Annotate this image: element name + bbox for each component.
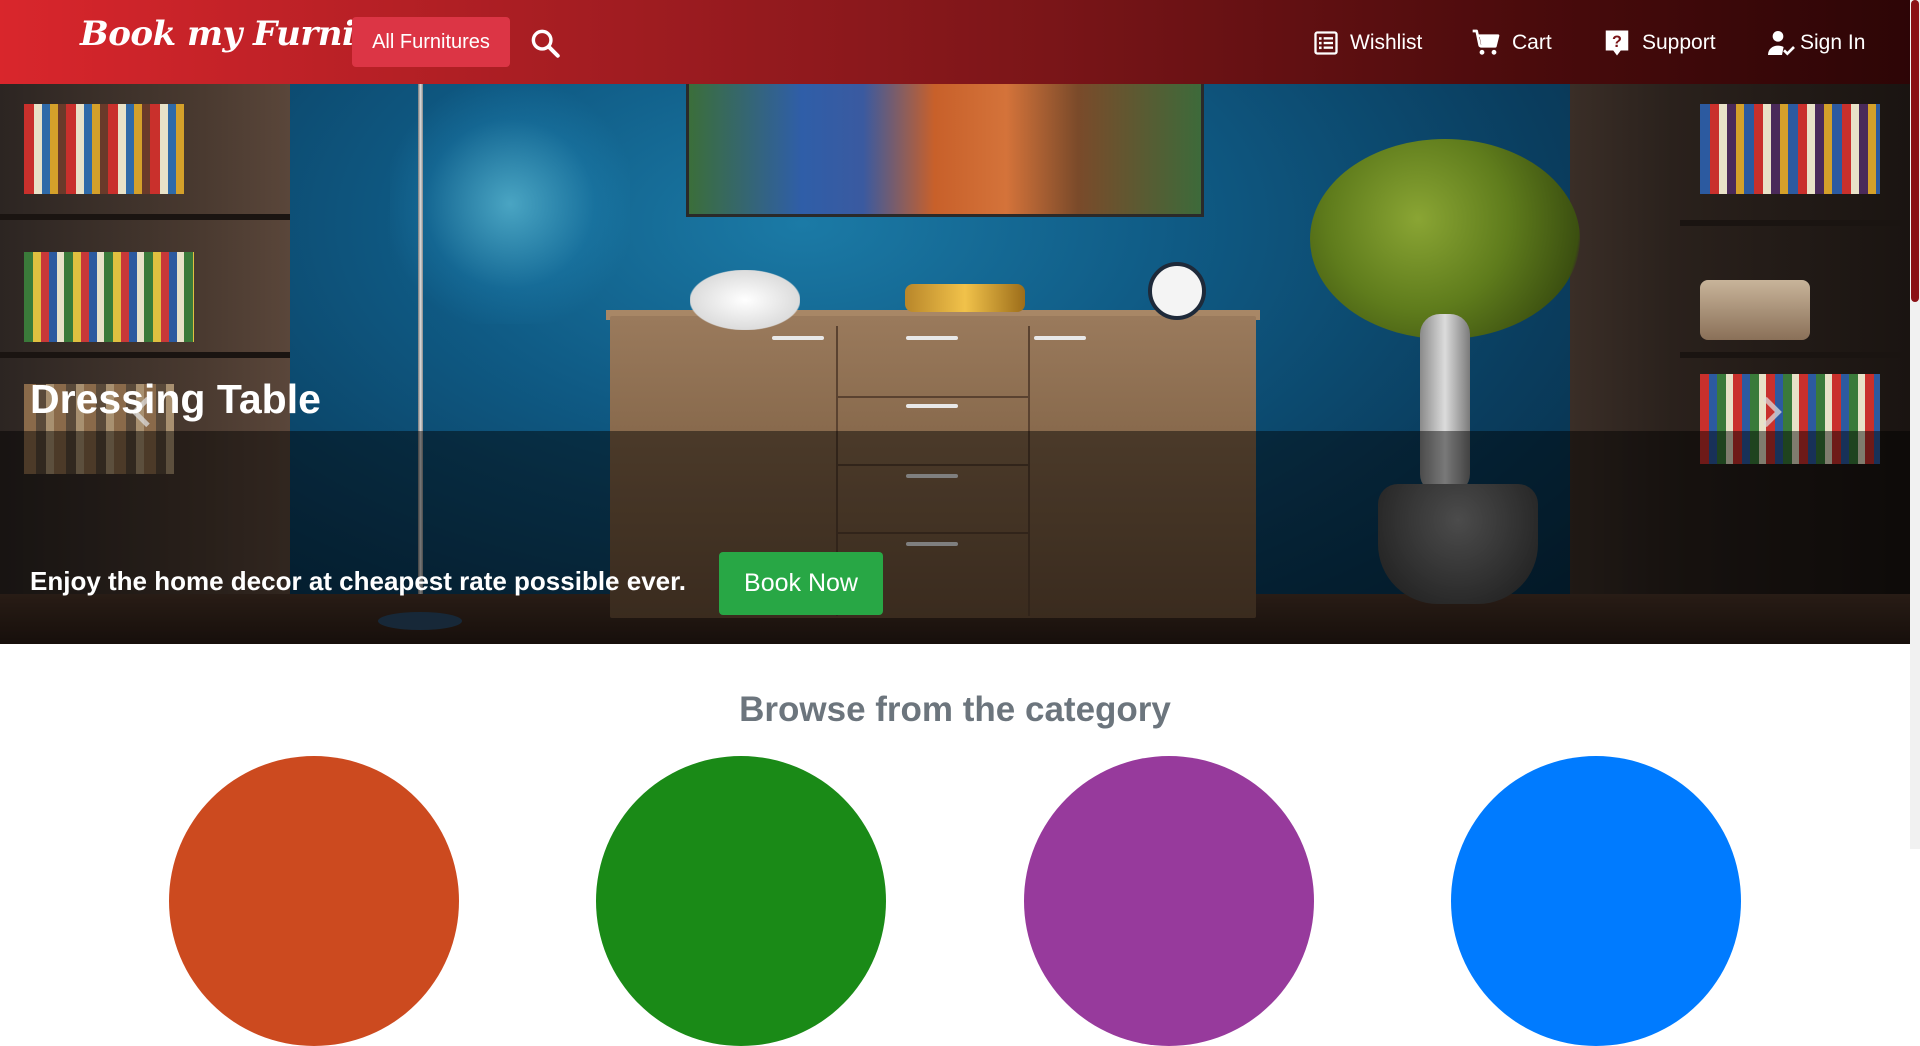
nav-sign-in-label: Sign In xyxy=(1800,31,1866,54)
gold-decor xyxy=(905,284,1025,312)
nav-sign-in[interactable]: Sign In xyxy=(1766,24,1865,62)
plant-leaves xyxy=(1310,139,1580,339)
category-circle-4[interactable] xyxy=(1451,756,1741,1046)
nav-cart[interactable]: Cart xyxy=(1470,24,1552,62)
nav-wishlist[interactable]: Wishlist xyxy=(1312,24,1422,62)
hero-carousel xyxy=(0,84,1910,644)
hero-text: Enjoy the home decor at cheapest rate po… xyxy=(30,566,687,596)
category-circle-3[interactable] xyxy=(1024,756,1314,1046)
drawer-divider xyxy=(836,396,1030,398)
statue-decor xyxy=(690,270,800,330)
carousel-next[interactable] xyxy=(1750,392,1790,432)
books-row xyxy=(24,252,194,342)
top-navbar: Book my Furniture All Furnitures Wishlis… xyxy=(0,0,1910,84)
shelf-board xyxy=(0,352,290,358)
scrollbar-thumb[interactable] xyxy=(1911,0,1919,302)
category-circle-1[interactable] xyxy=(169,756,459,1046)
shelf-board xyxy=(0,214,290,220)
books-row xyxy=(24,104,184,194)
svg-text:?: ? xyxy=(1612,33,1622,51)
clock-decor xyxy=(1148,262,1206,320)
browse-title: Browse from the category xyxy=(739,690,1171,729)
drawer-handle xyxy=(906,404,958,408)
cart-icon xyxy=(1470,27,1502,59)
chevron-right-icon xyxy=(1750,396,1790,436)
drawer-handle xyxy=(906,336,958,340)
nav-support[interactable]: ? Support xyxy=(1602,24,1716,62)
book-now-button[interactable]: Book Now xyxy=(719,552,883,615)
shelf-board xyxy=(1680,220,1910,226)
lamp-glow xyxy=(390,84,630,324)
caption-overlay xyxy=(0,431,1910,644)
category-circle-2[interactable] xyxy=(596,756,886,1046)
nav-support-label: Support xyxy=(1642,31,1716,54)
shelf-board xyxy=(1680,352,1910,358)
list-icon xyxy=(1312,29,1340,57)
drawer-handle xyxy=(1034,336,1086,340)
search-icon[interactable] xyxy=(528,26,562,60)
all-furnitures-button[interactable]: All Furnitures xyxy=(352,17,510,67)
wall-painting xyxy=(686,84,1204,217)
nav-wishlist-label: Wishlist xyxy=(1350,31,1423,54)
user-check-icon xyxy=(1766,27,1798,59)
books-row xyxy=(1700,104,1880,194)
nav-cart-label: Cart xyxy=(1512,31,1552,54)
hero-title: Dressing Table xyxy=(30,376,321,422)
drawer-handle xyxy=(772,336,824,340)
radio-object xyxy=(1700,280,1810,340)
help-icon: ? xyxy=(1602,27,1632,59)
